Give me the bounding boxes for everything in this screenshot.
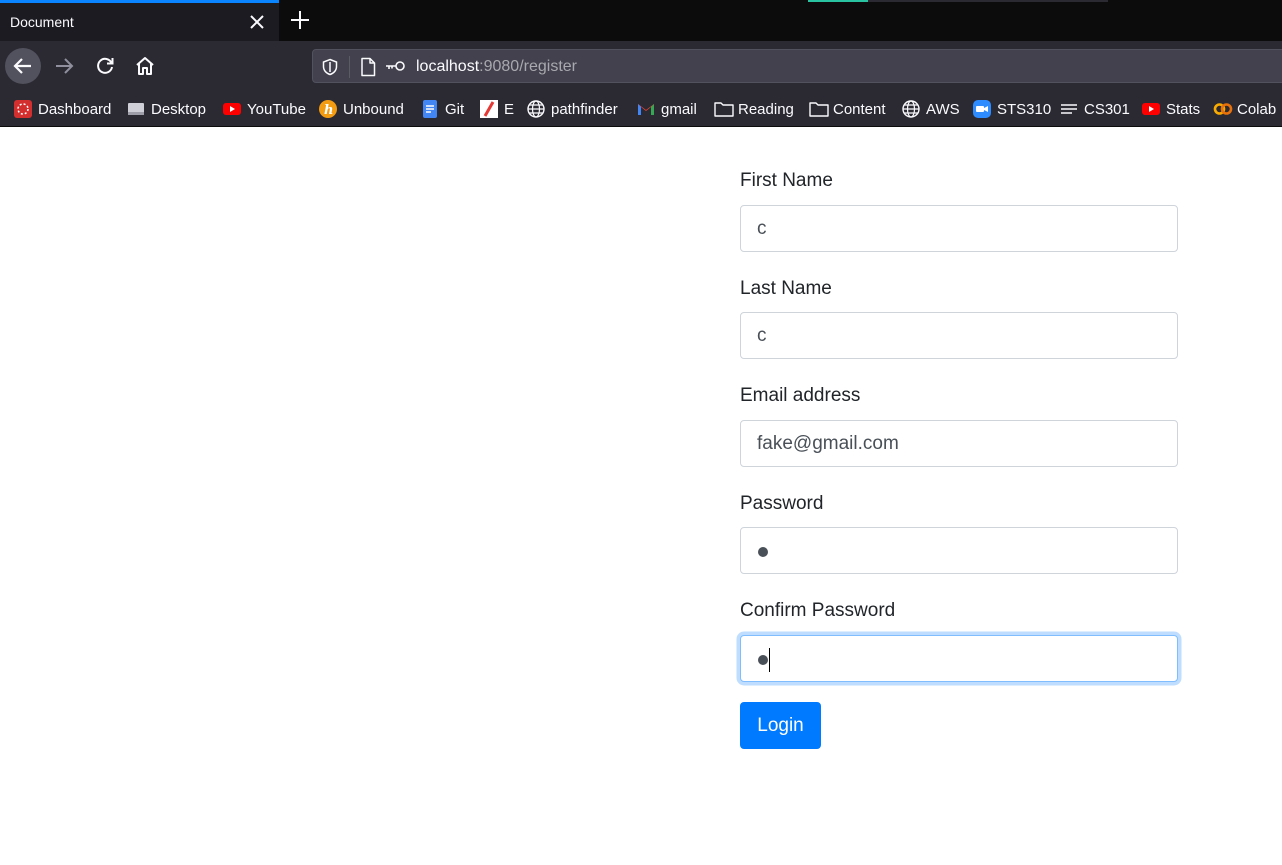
e-icon [480,100,498,118]
unbound-icon: h [319,100,337,118]
globe-icon [902,100,920,118]
docs-icon [421,100,439,118]
shield-icon[interactable] [321,58,339,81]
bookmark-cs301[interactable]: CS301 [1060,99,1130,119]
active-tab[interactable]: Document [0,0,279,41]
bookmark-label: Desktop [151,100,207,118]
tab-strip-accent [808,0,868,2]
bookmark-label: Git [445,100,465,118]
first-name-label: First Name [740,170,833,191]
text-caret [769,648,770,672]
globe-icon [527,100,545,118]
dashboard-icon [14,100,32,118]
password-label: Password [740,493,824,514]
close-tab-icon[interactable] [247,12,267,32]
lines-icon [1060,100,1078,118]
navigation-bar: localhost:9080/register [0,41,1282,91]
bookmark-label: CS301 [1084,100,1130,118]
page-icon[interactable] [359,57,377,82]
address-bar-divider [349,56,350,78]
password-mask-dot [758,547,768,557]
forward-button[interactable] [46,48,82,84]
password-input[interactable] [740,527,1178,574]
colab-icon [1213,100,1233,118]
bookmark-aws[interactable]: AWS [902,99,960,119]
bookmark-git[interactable]: Git [421,99,464,119]
bookmark-pathfinder[interactable]: pathfinder [527,99,618,119]
zoom-icon [973,100,991,118]
last-name-input[interactable] [740,312,1178,359]
folder-icon [809,100,829,118]
login-button[interactable]: Login [740,702,821,749]
bookmark-stats[interactable]: Stats [1142,99,1200,119]
bookmark-label: Colab [1237,100,1277,118]
bookmark-label: Content [833,100,886,118]
back-button[interactable] [5,48,41,84]
url-path: :9080/register [479,58,577,75]
bookmark-colab[interactable]: Colab [1213,99,1276,119]
bookmark-label: Dashboard [38,100,112,118]
bookmark-youtube[interactable]: YouTube [223,99,306,119]
bookmark-unbound[interactable]: h Unbound [319,99,404,119]
reload-icon [97,57,114,74]
bookmark-label: Stats [1166,100,1201,118]
email-input[interactable] [740,420,1178,467]
new-tab-icon[interactable] [288,8,312,32]
bookmark-desktop[interactable]: Desktop [127,99,206,119]
home-icon [136,57,154,75]
youtube-icon [223,100,241,118]
bookmarks-toolbar: Dashboard Desktop YouTube h Unbound Git … [0,91,1282,127]
gmail-icon [637,100,655,118]
bookmark-label: YouTube [247,100,306,118]
bookmark-label: E [504,100,515,118]
arrow-left-icon [13,58,31,74]
confirm-password-label: Confirm Password [740,600,896,621]
last-name-label: Last Name [740,278,832,299]
bookmark-label: AWS [926,100,960,118]
address-bar[interactable]: localhost:9080/register [312,49,1282,83]
bookmark-label: STS310 [997,100,1052,118]
password-mask-dot [758,655,768,665]
confirm-password-input[interactable] [740,635,1178,682]
svg-text:h: h [324,103,333,118]
bookmark-gmail[interactable]: gmail [637,99,697,119]
tab-strip-line [868,0,1108,2]
home-button[interactable] [127,48,163,84]
tab-title: Document [10,14,74,30]
bookmark-label: gmail [661,100,697,118]
key-icon[interactable] [385,59,407,78]
arrow-right-icon [56,58,74,74]
page-content: First Name Last Name Email address Passw… [0,127,1282,865]
desktop-icon [127,100,145,118]
url-host: localhost [416,58,480,75]
url-text[interactable]: localhost:9080/register [416,58,577,76]
tab-bar: Document [0,0,1282,41]
email-label: Email address [740,385,861,406]
first-name-input[interactable] [740,205,1178,252]
youtube-icon [1142,100,1160,118]
bookmark-label: Reading [738,100,794,118]
bookmark-content[interactable]: Content [809,99,886,119]
folder-icon [714,100,734,118]
reload-button[interactable] [87,48,123,84]
bookmark-dashboard[interactable]: Dashboard [14,99,111,119]
bookmark-e[interactable]: E [480,99,514,119]
bookmark-reading[interactable]: Reading [714,99,794,119]
bookmark-label: Unbound [343,100,404,118]
bookmark-label: pathfinder [551,100,618,118]
bookmark-sts310[interactable]: STS310 [973,99,1051,119]
